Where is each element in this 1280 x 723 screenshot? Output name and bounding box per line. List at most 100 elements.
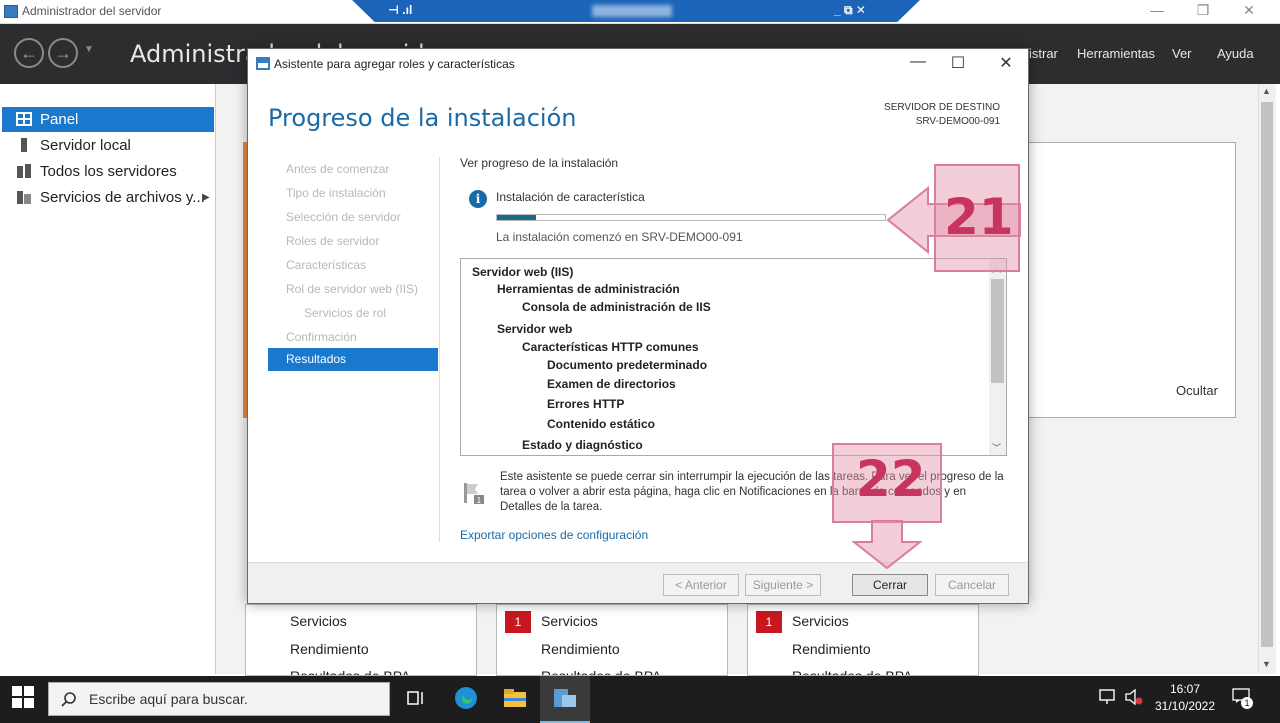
rdp-pin-signal-icon[interactable]: ⊣ .ıl [388, 3, 412, 17]
callout-arrow-22 [852, 520, 922, 570]
install-type-label: Instalación de característica [496, 190, 645, 204]
step-seleccion-servidor: Selección de servidor [286, 210, 401, 224]
search-placeholder: Escribe aquí para buscar. [89, 691, 248, 707]
callout-number-22: 22 [856, 450, 926, 508]
step-confirmacion: Confirmación [286, 330, 357, 344]
cancel-button[interactable]: Cancelar [935, 574, 1009, 596]
taskbar-search-input[interactable]: Escribe aquí para buscar. [48, 682, 390, 716]
file-explorer-icon[interactable] [501, 684, 529, 712]
sidebar-item-file-services[interactable]: Servicios de archivos y... ▶ [2, 185, 214, 210]
forward-arrow-icon[interactable]: → [48, 38, 78, 68]
back-arrow-icon[interactable]: ← [14, 38, 44, 68]
nav-dropdown-icon[interactable]: ▼ [84, 44, 94, 55]
minimize-button[interactable]: — [1142, 2, 1172, 18]
install-progress-fill [497, 215, 536, 220]
search-icon [61, 692, 76, 707]
edge-browser-icon[interactable] [452, 684, 480, 712]
dashboard-icon [16, 112, 32, 126]
step-resultados[interactable]: Resultados [268, 348, 438, 371]
step-roles-servidor: Roles de servidor [286, 234, 380, 248]
server-manager-sidebar: Panel Servidor local Todos los servidore… [0, 84, 216, 674]
close-button[interactable]: ✕ [1234, 2, 1264, 19]
rdp-host-blurred [592, 5, 672, 17]
tree-item: Errores HTTP [547, 397, 625, 411]
previous-button[interactable]: < Anterior [663, 574, 739, 596]
tree-item: Servidor web (IIS) [472, 265, 574, 279]
server-manager-icon [554, 689, 576, 707]
windows-start-icon[interactable] [12, 686, 34, 708]
destination-server-label: SERVIDOR DE DESTINO [884, 102, 1000, 113]
wizard-heading: Progreso de la instalación [268, 104, 577, 132]
tile-row-rendimiento[interactable]: Rendimiento [290, 641, 369, 657]
tile-row-bpa[interactable]: Resultados de BPA [541, 668, 661, 675]
tile-row-servicios[interactable]: Servicios [541, 613, 598, 629]
sidebar-item-label: Servidor local [40, 137, 131, 154]
install-progress-bar [496, 214, 886, 221]
sidebar-item-all-servers[interactable]: Todos los servidores [2, 159, 214, 184]
step-rol-servidor-web: Rol de servidor web (IIS) [286, 282, 419, 296]
export-config-link[interactable]: Exportar opciones de configuración [460, 528, 648, 542]
wizard-app-icon [256, 57, 270, 70]
clock-time: 16:07 [1169, 682, 1201, 696]
feature-list-scrollbar-thumb[interactable] [991, 279, 1004, 383]
steps-divider [439, 157, 440, 542]
wizard-close-button[interactable]: ✕ [984, 53, 1028, 75]
tree-item: Herramientas de administración [497, 282, 680, 296]
sidebar-item-panel[interactable]: Panel [2, 107, 214, 132]
destination-server-name: SRV-DEMO00-091 [915, 116, 1000, 127]
wizard-maximize-button[interactable]: ☐ [936, 53, 980, 75]
hide-link[interactable]: Ocultar [1176, 383, 1218, 398]
maximize-button[interactable]: ❐ [1188, 2, 1218, 19]
notification-count-badge: 1 [1241, 697, 1253, 709]
main-scrollbar[interactable]: ▲ ▼ [1258, 84, 1274, 674]
rdp-window-controls[interactable]: _ ⧉ ✕ [834, 3, 866, 18]
scroll-down-icon[interactable]: ▼ [1262, 659, 1271, 669]
menu-ver[interactable]: Ver [1172, 46, 1192, 61]
server-manager-icon [4, 5, 18, 18]
tile-file-services[interactable]: 1 Servicios Rendimiento Resultados de BP… [747, 604, 979, 676]
clock-date: 31/10/2022 [1154, 699, 1216, 713]
tile-row-bpa[interactable]: Resultados de BPA [792, 668, 912, 675]
tree-item: Estado y diagnóstico [522, 438, 643, 452]
menu-administrar[interactable]: istrar [1029, 46, 1058, 61]
tile-row-bpa[interactable]: Resultados de BPA [290, 668, 410, 675]
feature-list[interactable]: Servidor web (IIS) Herramientas de admin… [460, 258, 1007, 456]
scroll-up-icon[interactable]: ▲ [1262, 86, 1271, 96]
tree-item: Examen de directorios [547, 377, 676, 391]
file-services-icon [17, 191, 31, 204]
rdp-connection-bar[interactable]: ⊣ .ıl _ ⧉ ✕ [352, 0, 920, 22]
sidebar-item-local-server[interactable]: Servidor local [2, 133, 214, 158]
step-caracteristicas: Características [286, 258, 367, 272]
callout-number-21: 21 [944, 188, 1014, 246]
wizard-minimize-button[interactable]: — [896, 53, 940, 75]
tile-row-rendimiento[interactable]: Rendimiento [792, 641, 871, 657]
scroll-down-icon[interactable]: ﹀ [992, 441, 1001, 454]
taskbar-clock[interactable]: 16:07 31/10/2022 [1150, 681, 1220, 715]
sidebar-item-label: Panel [40, 111, 79, 128]
task-view-icon[interactable] [402, 684, 430, 712]
tree-item: Características HTTP comunes [522, 340, 699, 354]
tree-item: Servidor web [497, 322, 573, 336]
menu-ayuda[interactable]: Ayuda [1217, 46, 1254, 61]
flag-notification-icon: 1 [464, 483, 484, 505]
notification-center-icon[interactable]: 1 [1232, 688, 1253, 709]
servers-icon [17, 164, 31, 178]
alert-badge: 1 [505, 611, 531, 633]
tile-local[interactable]: Servicios Rendimiento Resultados de BPA [245, 604, 477, 676]
next-button[interactable]: Siguiente > [745, 574, 821, 596]
server-manager-taskbar-button[interactable] [540, 676, 590, 723]
tile-row-rendimiento[interactable]: Rendimiento [541, 641, 620, 657]
network-icon[interactable] [1098, 688, 1118, 706]
view-progress-label: Ver progreso de la instalación [460, 156, 619, 170]
feature-list-scrollbar[interactable]: ︿ ﹀ [989, 259, 1006, 455]
tile-all-servers[interactable]: 1 Servicios Rendimiento Resultados de BP… [496, 604, 728, 676]
close-wizard-button[interactable]: Cerrar [852, 574, 928, 596]
volume-muted-icon[interactable] [1124, 688, 1144, 706]
scrollbar-thumb[interactable] [1261, 102, 1273, 647]
chevron-right-icon[interactable]: ▶ [202, 185, 210, 210]
menu-herramientas[interactable]: Herramientas [1077, 46, 1155, 61]
tile-row-servicios[interactable]: Servicios [290, 613, 347, 629]
install-started-text: La instalación comenzó en SRV-DEMO00-091 [496, 230, 743, 244]
step-tipo-instalacion: Tipo de instalación [286, 186, 386, 200]
tile-row-servicios[interactable]: Servicios [792, 613, 849, 629]
